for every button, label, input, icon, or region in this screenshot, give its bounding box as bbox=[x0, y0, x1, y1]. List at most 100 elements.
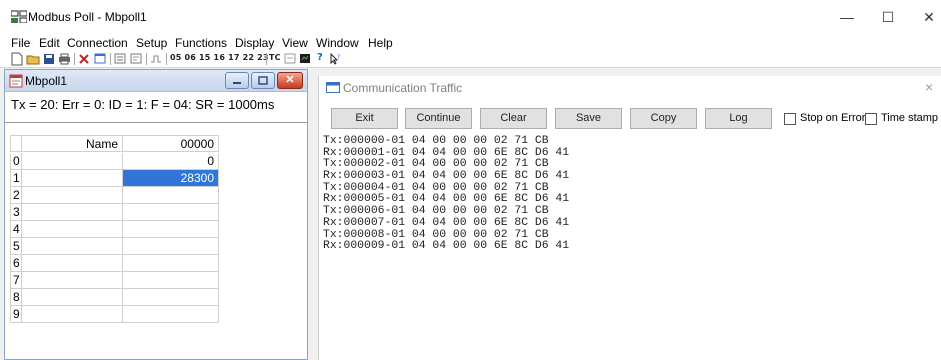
row-name[interactable] bbox=[22, 170, 123, 187]
mbpoll1-title: Mbpoll1 bbox=[25, 74, 68, 88]
menu-bar: File Edit Connection Setup Functions Dis… bbox=[0, 34, 941, 51]
function-codes-buttons[interactable]: 05 06 15 16 17 22 23 bbox=[170, 53, 269, 62]
save-disk-icon[interactable] bbox=[43, 52, 55, 66]
poll-document-icon bbox=[9, 74, 23, 88]
log-line: Tx:000000-01 04 00 00 00 02 71 CB bbox=[323, 135, 549, 147]
row-value[interactable] bbox=[123, 204, 219, 221]
row-value[interactable] bbox=[123, 255, 219, 272]
row-name[interactable] bbox=[22, 187, 123, 204]
toolbar-separator bbox=[266, 53, 267, 65]
toolbar-separator bbox=[166, 53, 167, 65]
minimize-icon bbox=[226, 73, 248, 88]
mbpoll1-window: Mbpoll1 ✕ Tx = 20: Err = 0: ID = 1: F = … bbox=[4, 69, 308, 360]
header-address[interactable]: 00000 bbox=[123, 135, 219, 152]
row-name[interactable] bbox=[22, 272, 123, 289]
tc-button[interactable]: TC bbox=[269, 53, 281, 62]
row-value[interactable] bbox=[123, 238, 219, 255]
log-button[interactable]: Log bbox=[705, 108, 772, 129]
clear-button[interactable]: Clear bbox=[480, 108, 547, 129]
traffic-window-icon bbox=[326, 82, 340, 93]
row-index: 6 bbox=[10, 255, 22, 272]
row-name[interactable] bbox=[22, 306, 123, 323]
row-index: 4 bbox=[10, 221, 22, 238]
header-name[interactable]: Name bbox=[22, 135, 123, 152]
row-index: 1 bbox=[10, 170, 22, 187]
exit-button[interactable]: Exit bbox=[331, 108, 398, 129]
print-icon[interactable] bbox=[58, 52, 71, 66]
communication-traffic-window: Communication Traffic × Exit Continue Cl… bbox=[318, 76, 941, 360]
row-value[interactable] bbox=[123, 187, 219, 204]
traffic-monitor-icon[interactable] bbox=[299, 52, 311, 66]
child-close-button[interactable]: ✕ bbox=[277, 72, 303, 89]
window-icon[interactable] bbox=[94, 52, 106, 66]
child-minimize-button[interactable] bbox=[225, 72, 249, 89]
continue-button[interactable]: Continue bbox=[405, 108, 472, 129]
header-index bbox=[10, 135, 22, 152]
menu-help[interactable]: Help bbox=[368, 36, 393, 50]
row-value[interactable] bbox=[123, 289, 219, 306]
traffic-title-bar[interactable]: Communication Traffic × bbox=[319, 76, 941, 100]
connect-icon[interactable] bbox=[284, 52, 296, 66]
row-value[interactable] bbox=[123, 272, 219, 289]
row-name[interactable] bbox=[22, 255, 123, 272]
row-value-selected[interactable]: 28300 bbox=[123, 170, 219, 187]
row-index: 5 bbox=[10, 238, 22, 255]
print-data-icon[interactable] bbox=[130, 52, 142, 66]
title-bar: Modbus Poll - Mbpoll1 — ☐ ✕ bbox=[0, 0, 941, 34]
menu-view[interactable]: View bbox=[282, 36, 308, 50]
row-name[interactable] bbox=[22, 238, 123, 255]
row-name[interactable] bbox=[22, 204, 123, 221]
row-value[interactable]: 0 bbox=[123, 153, 219, 170]
traffic-title: Communication Traffic bbox=[343, 81, 463, 95]
toolbar: 05 06 15 16 17 22 23 TC ? ? bbox=[0, 51, 941, 68]
svg-text:?: ? bbox=[337, 54, 340, 61]
close-icon: ✕ bbox=[285, 74, 295, 86]
traffic-close-button[interactable]: × bbox=[925, 79, 933, 95]
mbpoll1-title-bar[interactable]: Mbpoll1 ✕ bbox=[5, 70, 307, 92]
toolbar-separator bbox=[74, 53, 75, 65]
toolbar-separator bbox=[110, 53, 111, 65]
save-button[interactable]: Save bbox=[555, 108, 622, 129]
new-file-icon[interactable] bbox=[11, 52, 23, 66]
maximize-button[interactable]: ☐ bbox=[873, 6, 903, 28]
minimize-button[interactable]: — bbox=[832, 6, 862, 28]
log-line: Rx:000003-01 04 04 00 00 6E 8C D6 41 bbox=[323, 170, 570, 183]
row-value[interactable] bbox=[123, 306, 219, 323]
read-write-icon[interactable] bbox=[114, 52, 126, 66]
stop-on-error-label[interactable]: Stop on Error bbox=[800, 112, 865, 124]
stop-on-error-checkbox[interactable] bbox=[784, 113, 796, 125]
window-title: Modbus Poll - Mbpoll1 bbox=[28, 10, 147, 24]
toolbar-separator bbox=[146, 53, 147, 65]
traffic-log[interactable]: Tx:000000-01 04 00 00 00 02 71 CB Rx:000… bbox=[323, 135, 570, 253]
poll-status-line: Tx = 20: Err = 0: ID = 1: F = 04: SR = 1… bbox=[11, 97, 275, 112]
row-name[interactable] bbox=[22, 289, 123, 306]
row-index: 0 bbox=[10, 153, 22, 170]
row-index: 2 bbox=[10, 187, 22, 204]
menu-file[interactable]: File bbox=[11, 36, 30, 50]
menu-functions[interactable]: Functions bbox=[175, 36, 227, 50]
open-folder-icon[interactable] bbox=[26, 52, 40, 66]
row-name[interactable] bbox=[22, 153, 123, 170]
menu-connection[interactable]: Connection bbox=[67, 36, 128, 50]
time-stamp-label[interactable]: Time stamp bbox=[881, 112, 938, 124]
maximize-icon bbox=[252, 73, 274, 88]
child-maximize-button[interactable] bbox=[251, 72, 275, 89]
mdi-workspace: Mbpoll1 ✕ Tx = 20: Err = 0: ID = 1: F = … bbox=[0, 68, 941, 360]
row-name[interactable] bbox=[22, 221, 123, 238]
row-index: 8 bbox=[10, 289, 22, 306]
delete-x-icon[interactable] bbox=[78, 52, 90, 66]
menu-display[interactable]: Display bbox=[235, 36, 274, 50]
pulse-icon[interactable] bbox=[150, 52, 162, 66]
menu-window[interactable]: Window bbox=[316, 36, 359, 50]
log-line: Rx:000009-01 04 04 00 00 6E 8C D6 41 bbox=[323, 240, 570, 253]
menu-setup[interactable]: Setup bbox=[136, 36, 167, 50]
context-help-icon[interactable]: ? bbox=[329, 52, 341, 66]
log-line: Rx:000007-01 04 04 00 00 6E 8C D6 41 bbox=[323, 216, 570, 229]
close-button[interactable]: ✕ bbox=[914, 6, 941, 28]
menu-edit[interactable]: Edit bbox=[39, 36, 60, 50]
time-stamp-checkbox[interactable] bbox=[865, 113, 877, 125]
help-icon[interactable]: ? bbox=[317, 52, 323, 63]
modbus-poll-app-icon bbox=[11, 10, 27, 23]
copy-button[interactable]: Copy bbox=[630, 108, 697, 129]
row-value[interactable] bbox=[123, 221, 219, 238]
